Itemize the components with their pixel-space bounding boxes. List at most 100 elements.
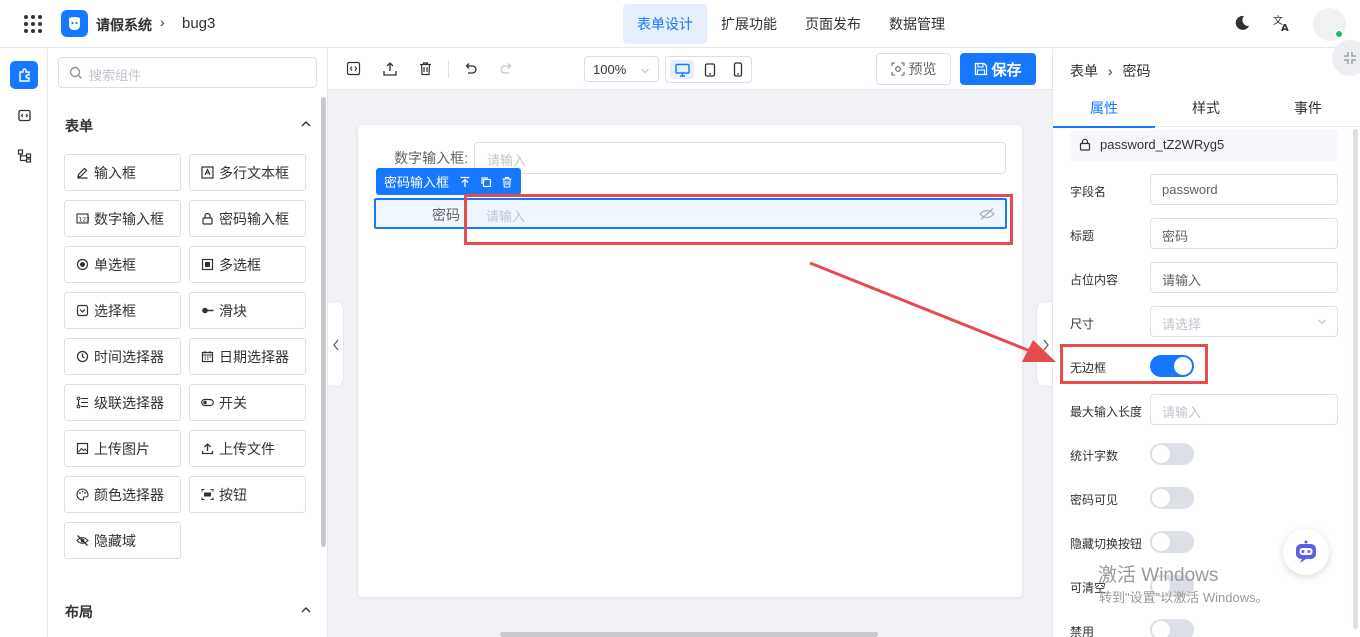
component-label: 时间选择器: [94, 348, 164, 365]
component-palette: 搜索组件 表单 输入框 多行文本框 123 数字输入框 密码输入框 单选框 多选…: [48, 49, 328, 637]
project-name[interactable]: bug3: [182, 15, 215, 32]
tab-attributes[interactable]: 属性: [1053, 89, 1155, 128]
copy-icon[interactable]: [480, 176, 492, 188]
component-search-input[interactable]: 搜索组件: [58, 57, 317, 88]
component-number-input[interactable]: 123 数字输入框: [64, 200, 181, 237]
components-rail-button[interactable]: [10, 61, 38, 89]
component-label: 多选框: [219, 256, 261, 273]
component-label: 级联选择器: [94, 394, 164, 411]
app-name[interactable]: 请假系统: [96, 15, 152, 35]
tab-style[interactable]: 样式: [1155, 89, 1257, 127]
breadcrumb-form[interactable]: 表单: [1070, 63, 1098, 79]
save-label: 保存: [991, 61, 1022, 79]
calendar-icon: [201, 350, 214, 363]
component-password-input[interactable]: 密码输入框: [189, 200, 306, 237]
word-count-switch[interactable]: [1150, 443, 1194, 465]
section-title-form[interactable]: 表单: [65, 116, 93, 136]
preview-button[interactable]: 预览: [876, 53, 951, 85]
section-title-layout[interactable]: 布局: [65, 602, 93, 622]
robot-icon: [1296, 540, 1316, 563]
annotation-box-borderless-switch: [1060, 344, 1208, 384]
component-radio[interactable]: 单选框: [64, 246, 181, 283]
collapse-right-handle[interactable]: [1036, 301, 1052, 387]
field-name-input[interactable]: password: [1150, 174, 1338, 205]
activation-watermark-subtitle: 转到"设置"以激活 Windows。: [1099, 590, 1269, 605]
component-cascader[interactable]: 级联选择器: [64, 384, 181, 421]
fullscreen-toggle[interactable]: [1332, 40, 1360, 76]
component-date-picker[interactable]: 日期选择器: [189, 338, 306, 375]
component-label: 密码输入框: [219, 210, 289, 227]
hide-toggle-switch[interactable]: [1150, 531, 1194, 553]
export-icon[interactable]: [382, 61, 398, 77]
component-upload-image[interactable]: 上传图片: [64, 430, 181, 467]
component-textarea[interactable]: 多行文本框: [189, 154, 306, 191]
placeholder-input[interactable]: 请输入: [1150, 262, 1338, 293]
trash-icon[interactable]: [418, 61, 433, 76]
component-color-picker[interactable]: 颜色选择器: [64, 476, 181, 513]
palette-scrollbar[interactable]: [321, 97, 326, 547]
svg-text:A: A: [1281, 23, 1289, 32]
nav-page-publish[interactable]: 页面发布: [791, 4, 875, 44]
component-input[interactable]: 输入框: [64, 154, 181, 191]
moon-icon[interactable]: [1233, 14, 1251, 32]
nav-data-management[interactable]: 数据管理: [875, 4, 959, 44]
properties-tabs: 属性 样式 事件: [1053, 89, 1360, 128]
component-label: 按钮: [219, 486, 247, 503]
checkbox-icon: [201, 258, 214, 271]
tree-rail-button[interactable]: [10, 141, 38, 169]
component-button[interactable]: 按钮: [189, 476, 306, 513]
code-rail-button[interactable]: [10, 101, 38, 129]
component-select[interactable]: 选择框: [64, 292, 181, 329]
pencil-icon: [76, 166, 89, 179]
nav-form-design[interactable]: 表单设计: [623, 4, 707, 44]
collapse-left-handle[interactable]: [328, 301, 344, 387]
component-id: password_tZ2WRyg5: [1100, 137, 1225, 152]
desktop-view-button[interactable]: [670, 60, 694, 79]
component-hidden-field[interactable]: 隐藏域: [64, 522, 181, 559]
lock-icon: [1079, 138, 1091, 151]
annotation-box-password-field: [464, 194, 1013, 245]
size-select[interactable]: 请选择: [1150, 306, 1338, 337]
move-top-icon[interactable]: [459, 176, 471, 188]
main-nav: 表单设计 扩展功能 页面发布 数据管理: [623, 4, 959, 44]
mobile-view-button[interactable]: [726, 60, 750, 79]
zoom-select[interactable]: 100%: [584, 56, 659, 82]
number-input-field[interactable]: 请输入: [474, 142, 1006, 174]
component-switch[interactable]: 开关: [189, 384, 306, 421]
component-time-picker[interactable]: 时间选择器: [64, 338, 181, 375]
tablet-view-button[interactable]: [698, 60, 722, 79]
selected-tag-label: 密码输入框: [384, 175, 450, 190]
save-button[interactable]: 保存: [960, 53, 1036, 85]
desktop-icon: [674, 63, 690, 77]
component-upload-file[interactable]: 上传文件: [189, 430, 306, 467]
prop-label-word-count: 统计字数: [1070, 449, 1119, 463]
translate-icon[interactable]: 文A: [1273, 14, 1291, 32]
chevron-up-icon[interactable]: [300, 118, 312, 130]
component-slider[interactable]: 滑块: [189, 292, 306, 329]
disabled-switch[interactable]: [1150, 619, 1194, 637]
online-status-dot: [1335, 30, 1343, 38]
properties-scrollbar[interactable]: [1353, 129, 1358, 629]
logo-icon[interactable]: [61, 10, 88, 37]
component-label: 上传图片: [94, 440, 150, 457]
max-length-input[interactable]: 请输入: [1150, 394, 1338, 425]
assistant-button[interactable]: [1283, 529, 1329, 575]
undo-icon[interactable]: [463, 61, 478, 76]
preview-label: 预览: [908, 61, 937, 77]
component-label: 滑块: [219, 302, 247, 319]
redo-icon[interactable]: [499, 61, 514, 76]
prop-label-max-length: 最大输入长度: [1070, 405, 1143, 419]
show-password-switch[interactable]: [1150, 487, 1194, 509]
tab-events[interactable]: 事件: [1257, 89, 1359, 127]
component-checkbox[interactable]: 多选框: [189, 246, 306, 283]
title-input[interactable]: 密码: [1150, 218, 1338, 249]
tablet-icon: [704, 62, 716, 77]
grid-menu-icon[interactable]: [22, 13, 44, 35]
chevron-up-icon[interactable]: [300, 604, 312, 616]
code-view-icon[interactable]: [346, 61, 361, 76]
textarea-icon: [201, 166, 214, 179]
nav-extensions[interactable]: 扩展功能: [707, 4, 791, 44]
canvas-horizontal-scrollbar[interactable]: [500, 632, 878, 637]
component-label: 隐藏域: [94, 532, 136, 549]
delete-icon[interactable]: [501, 176, 513, 188]
